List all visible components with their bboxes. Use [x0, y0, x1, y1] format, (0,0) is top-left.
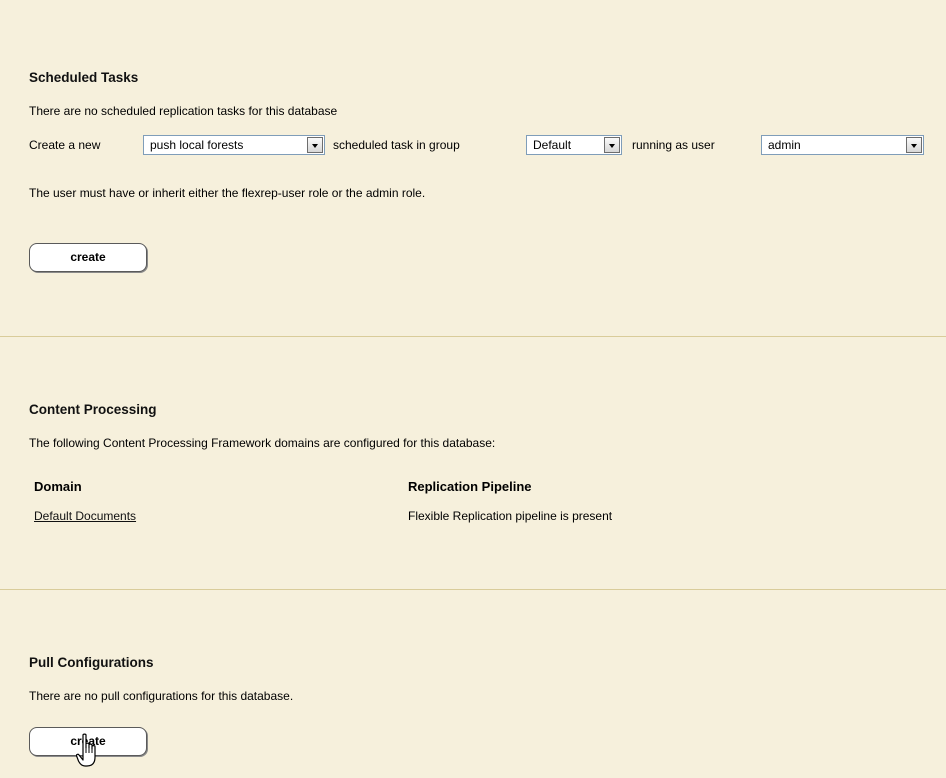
chevron-down-icon[interactable]: [307, 137, 323, 153]
task-group-label: scheduled task in group: [333, 138, 460, 152]
domain-column-header: Domain: [34, 479, 82, 494]
scheduled-tasks-title: Scheduled Tasks: [29, 70, 139, 85]
chevron-down-icon[interactable]: [604, 137, 620, 153]
pull-configurations-title: Pull Configurations: [29, 655, 154, 670]
create-scheduled-task-button[interactable]: create: [29, 243, 147, 272]
task-type-value: push local forests: [150, 138, 244, 152]
running-as-label: running as user: [632, 138, 715, 152]
user-value: admin: [768, 138, 801, 152]
create-task-row: Create a new push local forests schedule…: [0, 135, 946, 157]
user-select[interactable]: admin: [761, 135, 924, 155]
pipeline-column-header: Replication Pipeline: [408, 479, 532, 494]
content-processing-description: The following Content Processing Framewo…: [29, 436, 496, 450]
hand-pointer-icon: [76, 733, 96, 767]
chevron-down-icon[interactable]: [906, 137, 922, 153]
task-type-select[interactable]: push local forests: [143, 135, 325, 155]
default-documents-link[interactable]: Default Documents: [34, 509, 136, 523]
no-scheduled-tasks-text: There are no scheduled replication tasks…: [29, 104, 338, 118]
group-select[interactable]: Default: [526, 135, 622, 155]
pipeline-status: Flexible Replication pipeline is present: [408, 509, 613, 523]
section-divider: [0, 336, 946, 337]
group-value: Default: [533, 138, 572, 152]
content-processing-title: Content Processing: [29, 402, 157, 417]
no-pull-configs-text: There are no pull configurations for thi…: [29, 689, 294, 703]
section-divider: [0, 589, 946, 590]
role-note-text: The user must have or inherit either the…: [29, 186, 426, 200]
create-new-label: Create a new: [29, 138, 101, 152]
